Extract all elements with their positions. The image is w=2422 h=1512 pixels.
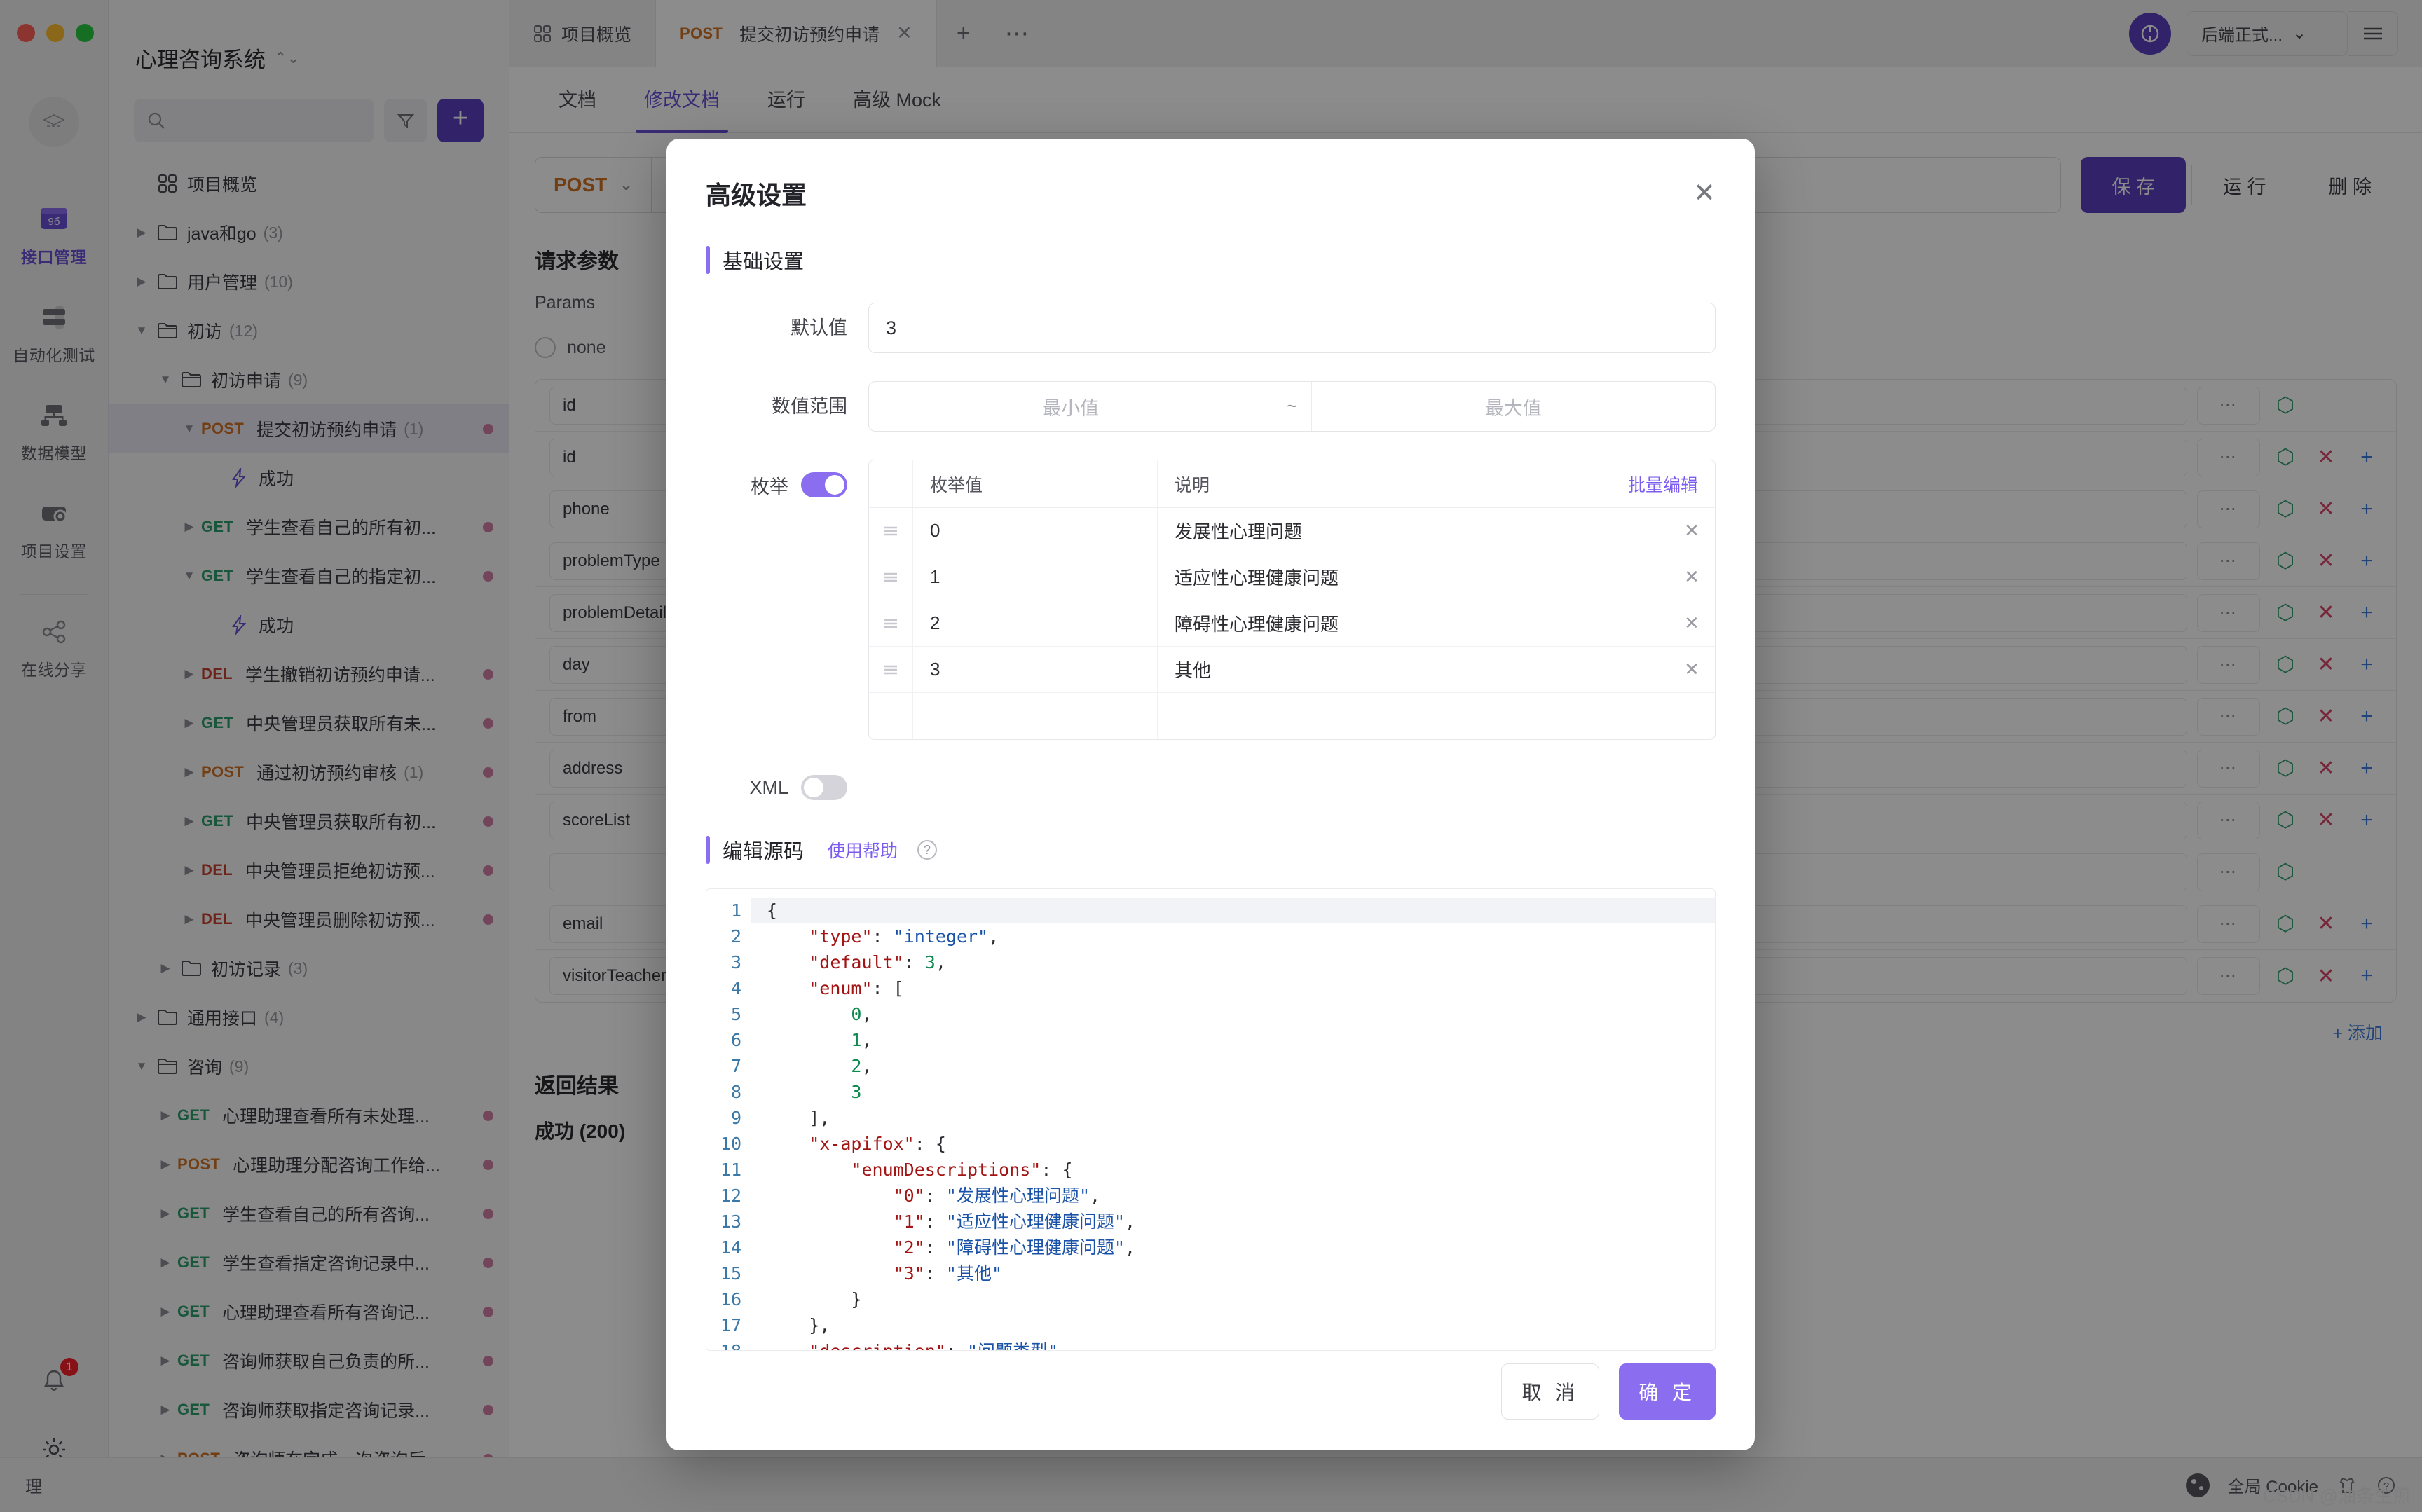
code-line: 1, bbox=[851, 1030, 873, 1050]
code-line: "x-apifox": { bbox=[809, 1134, 946, 1154]
code-line: ], bbox=[767, 1108, 830, 1128]
code-area[interactable]: { "type": "integer", "default": 3, "enum… bbox=[751, 889, 1715, 1350]
batch-edit-link[interactable]: 批量编辑 bbox=[1628, 472, 1715, 497]
source-code-heading: 编辑源码 使用帮助 ? bbox=[706, 835, 1716, 865]
line-number: 6 bbox=[730, 1030, 741, 1050]
enum-table-header: 枚举值 说明 批量编辑 bbox=[869, 460, 1715, 508]
line-number: 10 bbox=[720, 1134, 741, 1154]
enum-row: 枚举 枚举值 说明 批量编辑 0 发展性心理问题 ✕ 1 适应性心理健康问题 ✕ 2 障碍性心… bbox=[706, 460, 1716, 740]
remove-enum-icon[interactable]: ✕ bbox=[1669, 659, 1715, 680]
enum-value-cell[interactable] bbox=[912, 693, 1158, 739]
code-line: "3": "其他" bbox=[893, 1263, 1002, 1284]
code-line: "0": "发展性心理问题", bbox=[893, 1185, 1101, 1206]
enum-row[interactable]: 1 适应性心理健康问题 ✕ bbox=[869, 554, 1715, 600]
enum-description-cell[interactable]: 适应性心理健康问题 bbox=[1158, 564, 1669, 590]
line-number: 3 bbox=[730, 952, 741, 973]
dialog-body: 基础设置 默认值 3 数值范围 最小值 ~ 最大值 枚举 枚举值 说明 批量编辑… bbox=[666, 212, 1755, 1363]
enum-description-cell[interactable]: 发展性心理问题 bbox=[1158, 518, 1669, 544]
xml-toggle[interactable] bbox=[801, 775, 847, 800]
line-number: 11 bbox=[720, 1160, 741, 1180]
code-line: "default": 3, bbox=[809, 952, 946, 973]
line-number: 4 bbox=[730, 978, 741, 998]
code-line: }, bbox=[767, 1315, 830, 1335]
section-accent-bar bbox=[706, 836, 710, 864]
advanced-settings-dialog: 高级设置 ✕ 基础设置 默认值 3 数值范围 最小值 ~ 最大值 枚举 枚举值 … bbox=[666, 139, 1755, 1450]
drag-handle-icon[interactable] bbox=[869, 524, 912, 538]
line-number: 9 bbox=[730, 1108, 741, 1128]
cancel-button[interactable]: 取 消 bbox=[1501, 1363, 1600, 1420]
code-line: 2, bbox=[851, 1056, 873, 1076]
enum-value-cell[interactable]: 0 bbox=[912, 508, 1158, 554]
code-line: "type": "integer", bbox=[809, 926, 999, 947]
line-number: 5 bbox=[730, 1004, 741, 1024]
section-label: 基础设置 bbox=[723, 251, 805, 273]
xml-row: XML bbox=[706, 768, 1716, 807]
numeric-range-label: 数值范围 bbox=[772, 396, 847, 417]
enum-table-body: 0 发展性心理问题 ✕ 1 适应性心理健康问题 ✕ 2 障碍性心理健康问题 ✕ 3 其他 ✕ bbox=[869, 508, 1715, 739]
code-line: 3 bbox=[851, 1082, 862, 1102]
line-number: 17 bbox=[720, 1315, 741, 1335]
code-line: 0, bbox=[851, 1004, 873, 1024]
numeric-range-group: 最小值 ~ 最大值 bbox=[868, 381, 1716, 432]
enum-toggle[interactable] bbox=[801, 472, 847, 497]
line-number: 2 bbox=[730, 926, 741, 947]
code-line: "enum": [ bbox=[809, 978, 904, 998]
enum-row[interactable]: 3 其他 ✕ bbox=[869, 647, 1715, 693]
default-value-label: 默认值 bbox=[791, 317, 847, 338]
app-window: 9б 接口管理 自动化测试 数据模型 项目设置 在线分享 1 心理咨询系统 ⌃⌄… bbox=[0, 0, 2422, 1512]
drag-handle-icon[interactable] bbox=[869, 570, 912, 584]
enum-row[interactable] bbox=[869, 693, 1715, 739]
numeric-range-row: 数值范围 最小值 ~ 最大值 bbox=[706, 381, 1716, 432]
range-min-input[interactable]: 最小值 bbox=[869, 382, 1273, 431]
enum-description-cell[interactable]: 其他 bbox=[1158, 657, 1669, 682]
question-circle-icon[interactable]: ? bbox=[917, 840, 938, 860]
enum-value-cell[interactable]: 1 bbox=[912, 554, 1158, 600]
section-accent-bar bbox=[706, 246, 710, 274]
drag-handle-icon[interactable] bbox=[869, 617, 912, 631]
basic-settings-heading: 基础设置 bbox=[706, 245, 1716, 275]
enum-row[interactable]: 2 障碍性心理健康问题 ✕ bbox=[869, 600, 1715, 647]
remove-enum-icon[interactable]: ✕ bbox=[1669, 566, 1715, 588]
drag-handle-icon[interactable] bbox=[869, 663, 912, 677]
code-line: "1": "适应性心理健康问题", bbox=[893, 1211, 1136, 1232]
code-line: "2": "障碍性心理健康问题", bbox=[893, 1237, 1136, 1258]
enum-description-cell[interactable]: 障碍性心理健康问题 bbox=[1158, 610, 1669, 636]
dialog-header: 高级设置 ✕ bbox=[666, 139, 1755, 212]
line-number: 14 bbox=[720, 1237, 741, 1258]
enum-value-cell[interactable]: 2 bbox=[912, 600, 1158, 646]
line-number: 12 bbox=[720, 1185, 741, 1206]
source-code-editor[interactable]: 123456789101112131415161718 { "type": "i… bbox=[706, 888, 1716, 1351]
enum-value-cell[interactable]: 3 bbox=[912, 647, 1158, 692]
code-line: "description": "问题类型" bbox=[767, 1338, 1715, 1350]
range-max-input[interactable]: 最大值 bbox=[1312, 382, 1716, 431]
line-number: 18 bbox=[706, 1338, 741, 1350]
section-label: 编辑源码 bbox=[723, 841, 805, 863]
enum-label: 枚举 bbox=[751, 476, 788, 497]
line-number: 1 bbox=[730, 900, 741, 921]
enum-col-value: 枚举值 bbox=[912, 460, 1158, 507]
enum-row[interactable]: 0 发展性心理问题 ✕ bbox=[869, 508, 1715, 554]
range-separator: ~ bbox=[1272, 382, 1312, 431]
line-number-gutter: 123456789101112131415161718 bbox=[706, 889, 751, 1350]
close-icon[interactable]: ✕ bbox=[1693, 180, 1716, 207]
code-line: } bbox=[767, 1289, 862, 1310]
line-number: 16 bbox=[720, 1289, 741, 1310]
dialog-title: 高级设置 bbox=[706, 181, 807, 209]
usage-help-link[interactable]: 使用帮助 bbox=[828, 837, 898, 862]
enum-table: 枚举值 说明 批量编辑 0 发展性心理问题 ✕ 1 适应性心理健康问题 ✕ 2 障碍性心理健康… bbox=[868, 460, 1716, 740]
confirm-button[interactable]: 确 定 bbox=[1619, 1363, 1716, 1420]
dialog-footer: 取 消 确 定 bbox=[666, 1363, 1755, 1450]
remove-enum-icon[interactable]: ✕ bbox=[1669, 612, 1715, 634]
enum-col-desc: 说明 bbox=[1175, 475, 1210, 495]
line-number: 15 bbox=[720, 1263, 741, 1284]
code-line: { bbox=[751, 898, 1715, 923]
line-number: 8 bbox=[730, 1082, 741, 1102]
line-number: 7 bbox=[730, 1056, 741, 1076]
xml-label: XML bbox=[749, 776, 788, 798]
default-value-row: 默认值 3 bbox=[706, 303, 1716, 353]
default-value-input[interactable]: 3 bbox=[868, 303, 1716, 353]
remove-enum-icon[interactable]: ✕ bbox=[1669, 520, 1715, 542]
line-number: 13 bbox=[720, 1211, 741, 1232]
code-line: "enumDescriptions": { bbox=[851, 1160, 1073, 1180]
